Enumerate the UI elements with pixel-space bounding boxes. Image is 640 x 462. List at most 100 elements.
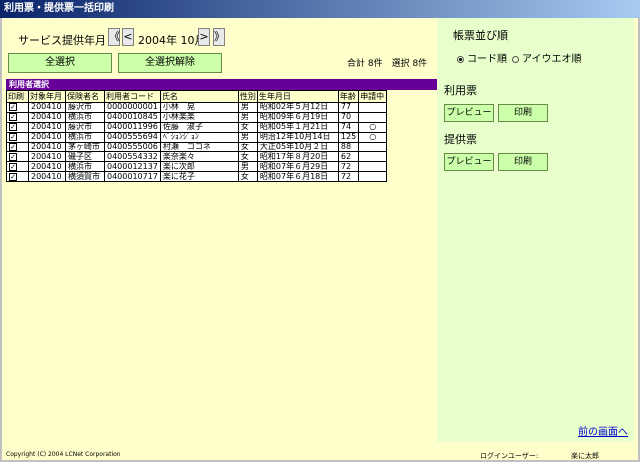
table-row: ✓ 200410 横浜市 0400012137 楽に次郎男昭和07年６月29日 72 (6, 161, 388, 173)
cell-insurer: 横須賀市 (65, 171, 105, 183)
prev-month-button[interactable]: < (122, 28, 134, 46)
col-sex: 性別 (237, 90, 258, 103)
col-print: 印刷 (6, 90, 29, 103)
radio-selected-icon (457, 55, 464, 63)
cell-code: 0400010717 (104, 171, 161, 183)
print-checkbox[interactable]: ✓ (9, 143, 17, 151)
cell-birth: 昭和05年１月21日 (256, 121, 339, 133)
sort-order-heading: 帳票並び順 (453, 29, 508, 42)
table-row: ✓ 200410 茅ヶ崎市 0400555006 村瀬 ココネ女大正05年10月２日 88 (6, 141, 388, 153)
table-row: ✓ 200410 横須賀市 0400010717 楽に花子女昭和07年６月18日 72 (6, 171, 388, 183)
cell-ym: 200410 (28, 111, 66, 123)
last-month-button[interactable]: 》 (213, 28, 225, 46)
table-row: ✓ 200410 藤沢市 0000000001 小林 晃男昭和02年５月12日 77 (6, 102, 388, 113)
print-checkbox[interactable]: ✓ (9, 172, 17, 181)
cell-birth: 明治12年10月14日 (256, 131, 339, 143)
cell-name: 楽に次郎 (159, 161, 239, 173)
cell-insurer: 横浜市 (65, 161, 105, 173)
cell-name: 村瀬 ココネ (159, 141, 239, 153)
print-checkbox[interactable]: ✓ (9, 113, 17, 122)
cell-applying (358, 161, 388, 173)
cell-applying (358, 171, 388, 183)
table-row: ✓ 200410 藤沢市 0400011996 佐藤 淑子女昭和05年１月21日 74 ○ (6, 121, 388, 133)
cell-birth: 昭和02年５月12日 (256, 102, 339, 113)
print-checkbox[interactable]: ✓ (9, 123, 17, 132)
print-checkbox-cell[interactable]: ✓ (6, 102, 29, 113)
riyouhyou-print-button[interactable]: 印刷 (498, 104, 548, 122)
cell-ym: 200410 (28, 131, 66, 143)
cell-age: 125 (337, 131, 360, 143)
window-title: 利用票・提供票一括印刷 (0, 0, 640, 18)
cell-insurer: 藤沢市 (65, 102, 105, 113)
cell-age: 77 (337, 102, 360, 113)
print-checkbox[interactable]: ✓ (9, 133, 17, 142)
table-row: ✓ 200410 横浜市 0400555694 ﾍﾟｼｮﾝｼﾞｮﾝ男明治12年10月14… (6, 131, 388, 143)
cell-code: 0400555694 (104, 131, 161, 143)
sort-code-radio[interactable]: コード順 (457, 50, 507, 65)
cell-applying (358, 141, 388, 153)
print-checkbox-cell[interactable]: ✓ (6, 171, 29, 183)
cell-birth: 昭和07年６月18日 (256, 171, 339, 183)
cell-age: 70 (337, 111, 360, 123)
cell-insurer: 藤沢市 (65, 121, 105, 133)
cell-insurer: 横浜市 (65, 111, 105, 123)
teikyouhyou-preview-button[interactable]: プレビュー (444, 153, 494, 171)
cell-sex: 女 (237, 121, 258, 133)
riyouhyou-preview-button[interactable]: プレビュー (444, 104, 494, 122)
print-checkbox[interactable]: ✓ (9, 103, 17, 112)
cell-sex: 女 (237, 141, 258, 153)
cell-applying (358, 151, 388, 163)
select-all-button[interactable]: 全選択 (8, 53, 112, 73)
cell-ym: 200410 (28, 141, 66, 153)
cell-age: 72 (337, 161, 360, 173)
cell-ym: 200410 (28, 102, 66, 113)
table-row: ✓ 200410 磯子区 0400554332 楽奈楽々女昭和17年８月20日 62 (6, 151, 388, 163)
cell-applying (358, 102, 388, 113)
sort-code-label: コード順 (467, 54, 507, 65)
cell-birth: 大正05年10月２日 (256, 141, 339, 153)
cell-applying: ○ (358, 131, 388, 143)
print-checkbox-cell[interactable]: ✓ (6, 121, 29, 133)
col-age: 年齢 (337, 90, 360, 103)
print-checkbox-cell[interactable]: ✓ (6, 111, 29, 123)
cell-age: 88 (337, 141, 360, 153)
print-checkbox-cell[interactable]: ✓ (6, 131, 29, 143)
cell-code: 0400555006 (104, 141, 161, 153)
col-user-code: 利用者コード (104, 90, 161, 103)
radio-unselected-icon (512, 55, 519, 63)
cell-name: 楽奈楽々 (159, 151, 239, 163)
cell-applying: ○ (358, 121, 388, 133)
cell-code: 0000000001 (104, 102, 161, 113)
cell-ym: 200410 (28, 171, 66, 183)
cell-birth: 昭和07年６月29日 (256, 161, 339, 173)
print-checkbox-cell[interactable]: ✓ (6, 151, 29, 163)
deselect-all-button[interactable]: 全選択解除 (118, 53, 222, 73)
teikyouhyou-heading: 提供票 (444, 133, 477, 146)
cell-sex: 男 (237, 102, 258, 113)
teikyouhyou-print-button[interactable]: 印刷 (498, 153, 548, 171)
copyright: Copyright (C) 2004 LCNet Corporation (6, 451, 121, 458)
cell-name: ﾍﾟｼｮﾝｼﾞｮﾝ (159, 131, 239, 143)
cell-code: 0400554332 (104, 151, 161, 163)
login-label: ログインユーザー: (480, 452, 539, 460)
print-checkbox-cell[interactable]: ✓ (6, 161, 29, 173)
cell-code: 0400010845 (104, 111, 161, 123)
user-select-heading: 利用者選択 (6, 79, 437, 90)
col-applying: 申請中 (358, 90, 388, 103)
cell-applying (358, 111, 388, 123)
back-link[interactable]: 前の画面へ (578, 423, 628, 438)
first-month-button[interactable]: 《 (108, 28, 120, 46)
col-insurer: 保険者名 (65, 90, 105, 103)
sort-kana-radio[interactable]: アイウエオ順 (512, 50, 582, 65)
cell-name: 小林 晃 (159, 102, 239, 113)
print-checkbox[interactable]: ✓ (9, 162, 17, 171)
print-checkbox-cell[interactable]: ✓ (6, 141, 29, 153)
service-month-value: 2004年 10月 (138, 34, 206, 47)
print-checkbox[interactable]: ✓ (9, 152, 17, 161)
sort-kana-label: アイウエオ順 (522, 54, 582, 65)
user-table: 印刷 対象年月 保険者名 利用者コード 氏名 性別 生年月日 年齢 申請中 ✓ 2… (6, 90, 388, 183)
col-birth: 生年月日 (256, 90, 339, 103)
next-month-button[interactable]: > (198, 28, 210, 46)
cell-age: 62 (337, 151, 360, 163)
cell-age: 72 (337, 171, 360, 183)
